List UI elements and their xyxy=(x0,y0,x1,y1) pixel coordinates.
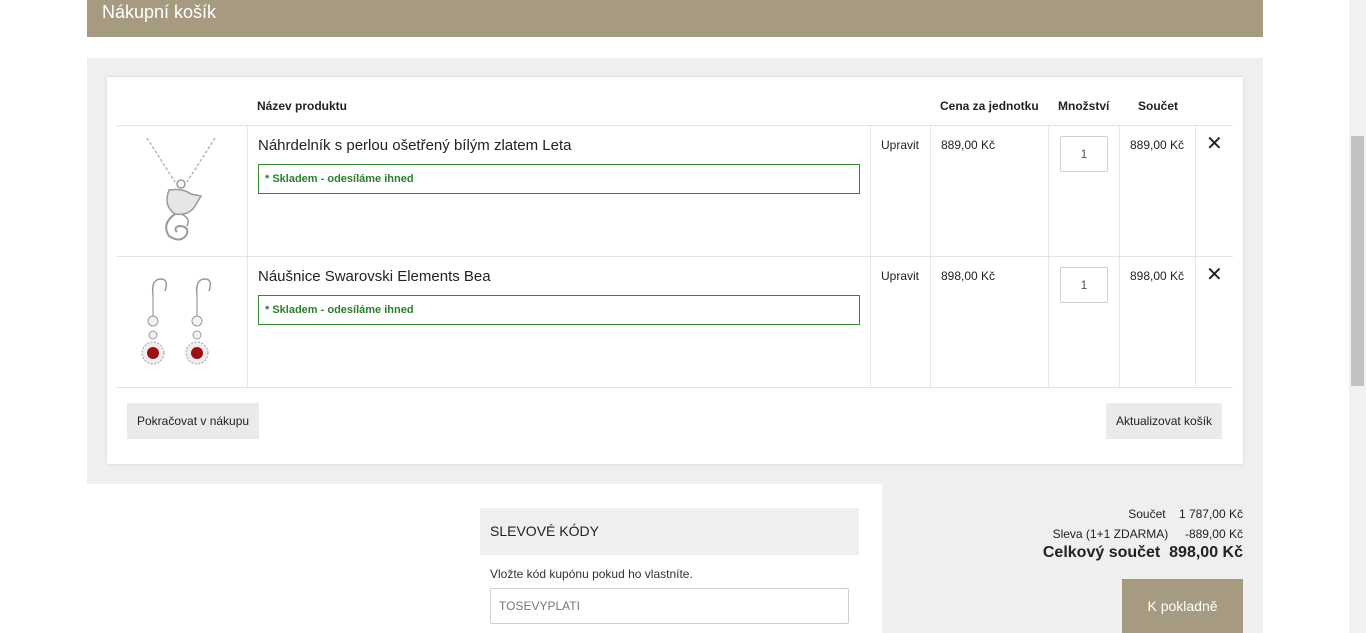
grand-total-label: Celkový součet xyxy=(1042,544,1161,561)
column-divider xyxy=(247,257,248,388)
table-row: Náhrdelník s perlou ošetřený bílým zlate… xyxy=(117,125,1233,257)
continue-shopping-button[interactable]: Pokračovat v nákupu xyxy=(127,403,260,439)
column-divider xyxy=(870,126,871,257)
column-header-quantity: Množství xyxy=(1058,99,1110,113)
coupon-input[interactable] xyxy=(490,588,849,624)
discount-line: Sleva (1+1 ZDARMA) -889,00 Kč xyxy=(1053,527,1243,541)
column-divider xyxy=(930,257,931,388)
product-name[interactable]: Náušnice Swarovski Elements Bea xyxy=(258,268,491,285)
remove-icon[interactable]: ✕ xyxy=(1206,134,1223,154)
column-divider xyxy=(1119,257,1120,388)
necklace-product-image[interactable] xyxy=(125,134,237,248)
column-divider xyxy=(1195,257,1196,388)
cart-table: Název produktu Cena za jednotku Množství… xyxy=(107,77,1243,464)
subtotal-value: 1 787,00 Kč xyxy=(1178,507,1243,521)
unit-price: 898,00 Kč xyxy=(941,269,996,283)
update-cart-button[interactable]: Aktualizovat košík xyxy=(1106,403,1223,439)
edit-link[interactable]: Upravit xyxy=(881,269,919,283)
earrings-product-image[interactable] xyxy=(125,265,237,379)
checkout-button[interactable]: K pokladně xyxy=(1122,579,1243,633)
column-divider xyxy=(870,257,871,388)
quantity-input[interactable] xyxy=(1060,136,1108,172)
column-divider xyxy=(1195,126,1196,257)
discount-label: Sleva (1+1 ZDARMA) xyxy=(1052,527,1169,541)
cart-section: Název produktu Cena za jednotku Množství… xyxy=(87,58,1263,484)
table-row: Náušnice Swarovski Elements Bea * Sklade… xyxy=(117,256,1233,388)
edit-link[interactable]: Upravit xyxy=(881,138,919,152)
column-divider xyxy=(1119,126,1120,257)
column-divider xyxy=(930,126,931,257)
quantity-input[interactable] xyxy=(1060,267,1108,303)
subtotal-label: Součet xyxy=(1128,507,1166,521)
page-title: Nákupní košík xyxy=(87,0,1263,37)
table-divider xyxy=(117,387,1233,388)
product-name[interactable]: Náhrdelník s perlou ošetřený bílým zlate… xyxy=(258,137,571,154)
column-header-total: Součet xyxy=(1138,99,1179,113)
column-divider xyxy=(1048,126,1049,257)
row-total: 898,00 Kč xyxy=(1130,269,1185,283)
cart-page: Nákupní košík Název produktu Cena za jed… xyxy=(0,0,1366,633)
subtotal-line: Součet 1 787,00 Kč xyxy=(1128,507,1243,521)
scrollbar[interactable] xyxy=(1349,0,1366,633)
row-total: 889,00 Kč xyxy=(1130,138,1185,152)
discount-value: -889,00 Kč xyxy=(1184,527,1243,541)
column-divider xyxy=(247,126,248,257)
scrollbar-thumb[interactable] xyxy=(1351,136,1364,386)
column-divider xyxy=(1048,257,1049,388)
coupon-section-title: SLEVOVÉ KÓDY xyxy=(480,508,859,555)
grand-total-line: Celkový součet 898,00 Kč xyxy=(1043,544,1243,562)
column-header-name: Název produktu xyxy=(257,99,348,113)
stock-status-badge: * Skladem - odesíláme ihned xyxy=(258,295,860,325)
grand-total-value: 898,00 Kč xyxy=(1169,544,1243,561)
unit-price: 889,00 Kč xyxy=(941,138,996,152)
column-header-unit-price: Cena za jednotku xyxy=(940,99,1039,113)
remove-icon[interactable]: ✕ xyxy=(1206,265,1223,285)
totals-panel: Součet 1 787,00 Kč Sleva (1+1 ZDARMA) -8… xyxy=(882,484,1263,633)
coupon-hint: Vložte kód kupónu pokud ho vlastníte. xyxy=(490,567,693,581)
stock-status-badge: * Skladem - odesíláme ihned xyxy=(258,164,860,194)
